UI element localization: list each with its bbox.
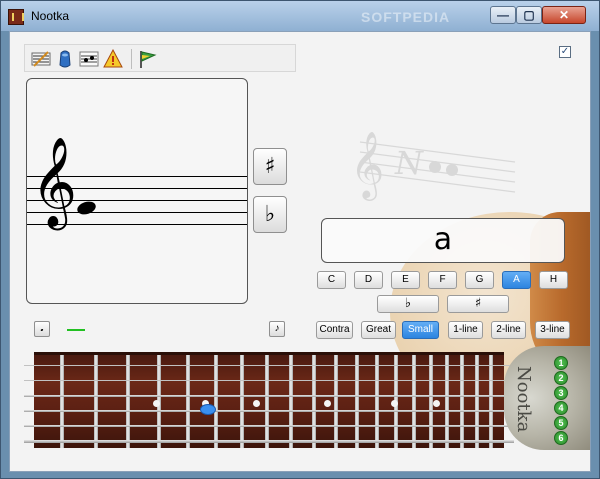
nootka-logo-watermark: 𝄞 N [350,130,516,201]
minimize-button[interactable]: — [490,6,516,24]
string-4[interactable] [24,410,514,412]
string-number-4: 4 [554,401,568,415]
guitar-fretboard[interactable] [24,352,514,448]
note-button-g[interactable]: G [465,271,494,289]
note-button-c[interactable]: C [317,271,346,289]
string-5[interactable] [24,425,514,427]
client-area: 𝄞 N ✓ 𝄞 ♯ ♭ 𝅘 ♪ a C D E F G A H ♭ ♯ Cont… [9,31,591,472]
fret-marker-dot [153,400,160,407]
tuning-fork-button[interactable]: 𝅘 [34,321,50,337]
name-flat-button[interactable]: ♭ [377,295,439,313]
watermark: SOFTPEDIA [361,9,451,25]
fret [214,355,218,448]
svg-text:N: N [394,144,424,182]
exam-icon[interactable] [103,49,123,69]
fret-marker-dot [253,400,260,407]
fret [312,355,316,448]
app-icon [8,9,24,25]
pitch-indicator [67,329,85,331]
note-button-f[interactable]: F [428,271,457,289]
window-title: Nootka [31,9,70,23]
toolbar [24,44,296,72]
fret [375,355,379,448]
note-button-a[interactable]: A [502,271,531,289]
close-button[interactable]: ✕ [542,6,586,24]
settings-icon[interactable] [31,49,51,69]
headstock-logo: Nootka [513,366,534,433]
fret-marker-dot [391,400,398,407]
fret [460,355,464,448]
fret [475,355,479,448]
fret [126,355,130,448]
fret [186,355,190,448]
close-icon: ✕ [558,8,570,22]
about-flag-icon[interactable] [137,49,157,69]
check-mark-icon: ✓ [560,46,570,57]
string-number-2: 2 [554,371,568,385]
note-name-display: a [321,218,565,263]
fret-marker-dot [324,400,331,407]
octave-button-2-line[interactable]: 2-line [491,321,526,339]
minimize-icon: — [497,8,509,22]
score-staff[interactable]: 𝄞 [26,78,248,304]
octave-button-contra[interactable]: Contra [316,321,353,339]
tuning-fork-icon: 𝅘 [40,323,44,334]
toolbar-separator [131,49,132,69]
name-sharp-button[interactable]: ♯ [447,295,509,313]
note-button-d[interactable]: D [354,271,383,289]
maximize-icon: ▢ [523,8,535,22]
string-number-3: 3 [554,386,568,400]
guitar-soundhole: Nootka [504,346,590,450]
score-note[interactable] [75,199,98,217]
string-1[interactable] [24,365,514,366]
settings-checkbox[interactable]: ✓ [559,46,571,58]
octave-button-3-line[interactable]: 3-line [535,321,570,339]
fret [412,355,416,448]
string-2[interactable] [24,380,514,381]
note-icon: ♪ [274,323,280,334]
level-icon[interactable] [55,49,75,69]
fret [445,355,449,448]
fret-marker-dot [433,400,440,407]
string-3[interactable] [24,395,514,397]
fret [334,355,338,448]
selected-position-marker[interactable] [200,404,216,415]
fret [289,355,293,448]
score-icon[interactable] [79,49,99,69]
string-number-1: 1 [554,356,568,370]
fret [489,355,493,448]
flat-button[interactable]: ♭ [253,196,287,233]
octave-button-small[interactable]: Small [402,321,439,339]
note-button-h[interactable]: H [539,271,568,289]
sharp-button[interactable]: ♯ [253,148,287,185]
main-window: Nootka SOFTPEDIA — ▢ ✕ 𝄞 N ✓ 𝄞 ♯ ♭ 𝅘 ♪ a… [0,0,600,479]
maximize-button[interactable]: ▢ [516,6,542,24]
fret [60,355,64,448]
svg-text:𝄞: 𝄞 [350,130,384,201]
fret [355,355,359,448]
fret [94,355,98,448]
treble-clef-icon: 𝄞 [31,137,78,227]
note-button-e[interactable]: E [391,271,420,289]
fret [265,355,269,448]
string-number-5: 5 [554,416,568,430]
fret [240,355,244,448]
octave-button-great[interactable]: Great [361,321,396,339]
octave-button-1-line[interactable]: 1-line [448,321,483,339]
string-number-6: 6 [554,431,568,445]
note-tool-button[interactable]: ♪ [269,321,285,337]
string-6[interactable] [24,440,514,443]
title-bar[interactable]: Nootka SOFTPEDIA — ▢ ✕ [1,1,599,31]
